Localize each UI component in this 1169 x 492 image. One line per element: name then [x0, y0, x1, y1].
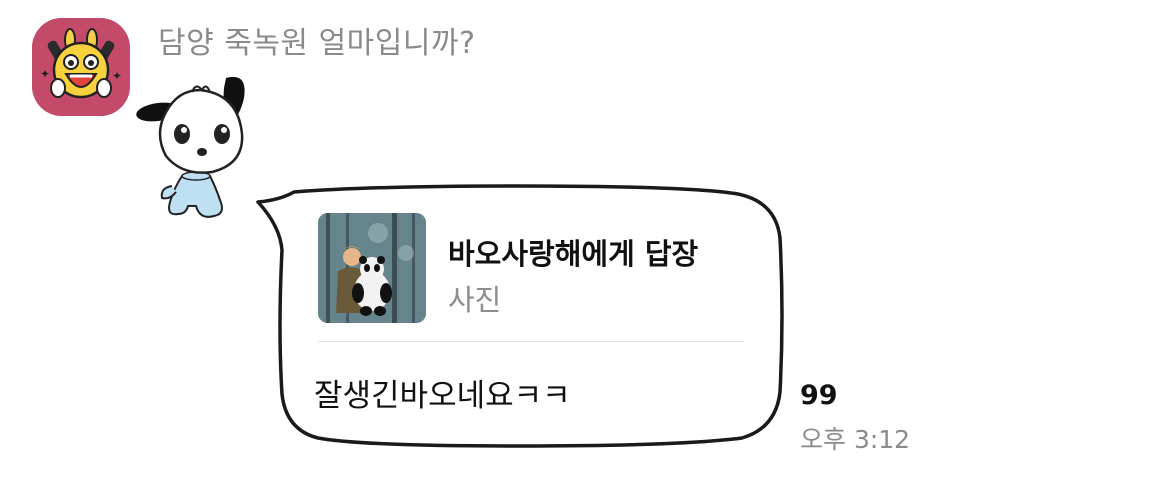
reply-thumbnail: [318, 213, 426, 323]
reply-preview[interactable]: 바오사랑해에게 답장 사진: [318, 213, 744, 323]
message-timestamp: 오후 3:12: [800, 425, 911, 454]
unread-count: 99: [800, 380, 838, 411]
yellow-character-avatar-icon: ✦ ✦: [32, 18, 130, 116]
white-puppy-sticker-icon: [136, 76, 245, 218]
reply-divider: [318, 341, 744, 342]
reply-subtitle: 사진: [448, 283, 502, 317]
svg-text:✦: ✦: [40, 67, 50, 81]
avatar[interactable]: ✦ ✦: [32, 18, 130, 116]
person-holding-panda-photo: [318, 213, 426, 323]
message-text: 잘생긴바오네요ㅋㅋ: [314, 378, 571, 414]
svg-text:✦: ✦: [112, 69, 122, 83]
reply-title: 바오사랑해에게 답장: [448, 237, 699, 271]
sender-name: 담양 죽녹원 얼마입니까?: [158, 26, 476, 61]
